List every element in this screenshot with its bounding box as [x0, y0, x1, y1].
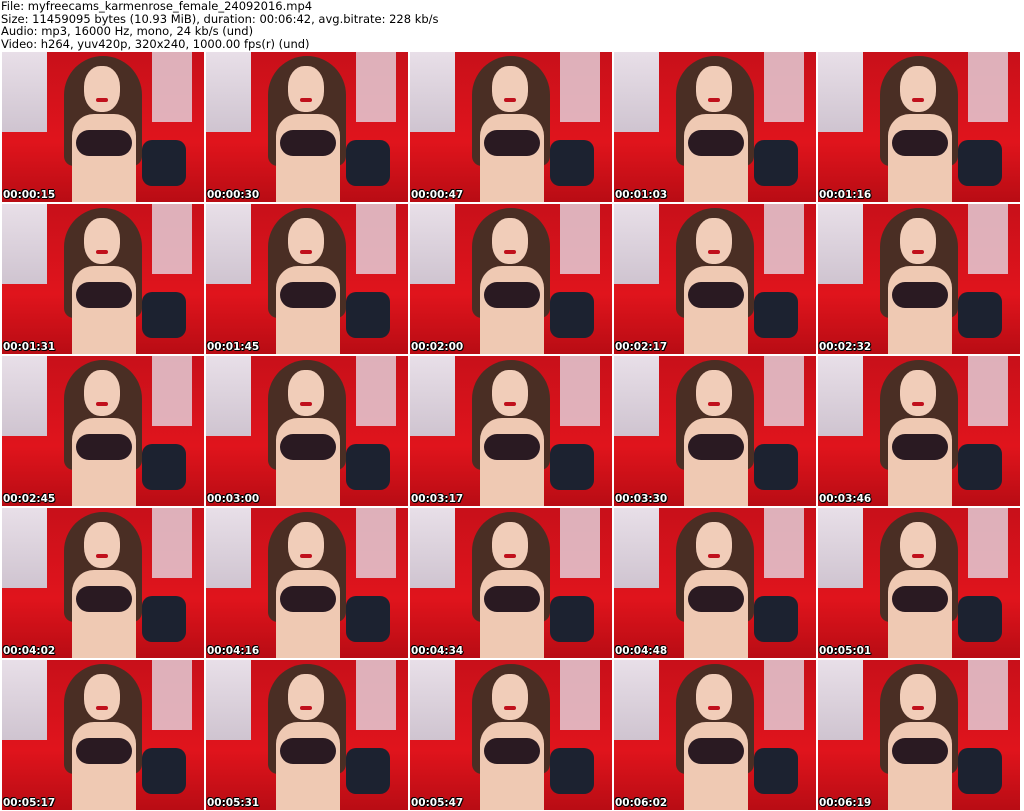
timestamp: 00:03:17 — [411, 493, 464, 505]
file-name: File: myfreecams_karmenrose_female_24092… — [1, 0, 313, 13]
timestamp: 00:04:16 — [207, 645, 260, 657]
video-thumbnail: 00:00:47 — [410, 52, 612, 202]
video-thumbnail: 00:03:30 — [614, 356, 816, 506]
video-info: Video: h264, yuv420p, 320x240, 1000.00 f… — [1, 36, 310, 51]
timestamp: 00:02:17 — [615, 341, 668, 353]
video-thumbnail: 00:05:31 — [206, 660, 408, 810]
video-thumbnail: 00:01:45 — [206, 204, 408, 354]
timestamp: 00:02:00 — [411, 341, 464, 353]
video-thumbnail: 00:04:02 — [2, 508, 204, 658]
timestamp: 00:05:01 — [819, 645, 872, 657]
video-thumbnail: 00:05:47 — [410, 660, 612, 810]
timestamp: 00:05:17 — [3, 797, 56, 809]
video-thumbnail: 00:03:00 — [206, 356, 408, 506]
timestamp: 00:01:03 — [615, 189, 668, 201]
thumbnail-grid: 00:00:15 00:00:30 00:00:47 00:01:03 00:01:16… — [2, 52, 1020, 810]
timestamp: 00:02:32 — [819, 341, 872, 353]
timestamp: 00:03:00 — [207, 493, 260, 505]
video-thumbnail: 00:00:15 — [2, 52, 204, 202]
audio-info: Audio: mp3, 16000 Hz, mono, 24 kb/s (und… — [1, 24, 254, 38]
timestamp: 00:00:15 — [3, 189, 56, 201]
video-thumbnail: 00:01:31 — [2, 204, 204, 354]
timestamp: 00:04:02 — [3, 645, 56, 657]
timestamp: 00:04:34 — [411, 645, 464, 657]
video-thumbnail: 00:02:45 — [2, 356, 204, 506]
timestamp: 00:01:45 — [207, 341, 260, 353]
video-thumbnail: 00:06:02 — [614, 660, 816, 810]
timestamp: 00:05:47 — [411, 797, 464, 809]
video-thumbnail: 00:04:48 — [614, 508, 816, 658]
video-thumbnail: 00:04:34 — [410, 508, 612, 658]
timestamp: 00:05:31 — [207, 797, 260, 809]
video-thumbnail: 00:01:03 — [614, 52, 816, 202]
video-thumbnail: 00:06:19 — [818, 660, 1020, 810]
timestamp: 00:06:02 — [615, 797, 668, 809]
video-thumbnail: 00:02:32 — [818, 204, 1020, 354]
timestamp: 00:03:30 — [615, 493, 668, 505]
video-thumbnail: 00:01:16 — [818, 52, 1020, 202]
video-thumbnail: 00:03:46 — [818, 356, 1020, 506]
timestamp: 00:00:30 — [207, 189, 260, 201]
timestamp: 00:02:45 — [3, 493, 56, 505]
video-thumbnail: 00:05:01 — [818, 508, 1020, 658]
timestamp: 00:01:16 — [819, 189, 872, 201]
video-thumbnail: 00:02:17 — [614, 204, 816, 354]
timestamp: 00:00:47 — [411, 189, 464, 201]
timestamp: 00:01:31 — [3, 341, 56, 353]
video-thumbnail: 00:00:30 — [206, 52, 408, 202]
video-thumbnail: 00:05:17 — [2, 660, 204, 810]
video-thumbnail: 00:04:16 — [206, 508, 408, 658]
file-info-header: File: myfreecams_karmenrose_female_24092… — [1, 0, 439, 50]
video-thumbnail: 00:02:00 — [410, 204, 612, 354]
timestamp: 00:03:46 — [819, 493, 872, 505]
timestamp: 00:04:48 — [615, 645, 668, 657]
video-thumbnail: 00:03:17 — [410, 356, 612, 506]
timestamp: 00:06:19 — [819, 797, 872, 809]
